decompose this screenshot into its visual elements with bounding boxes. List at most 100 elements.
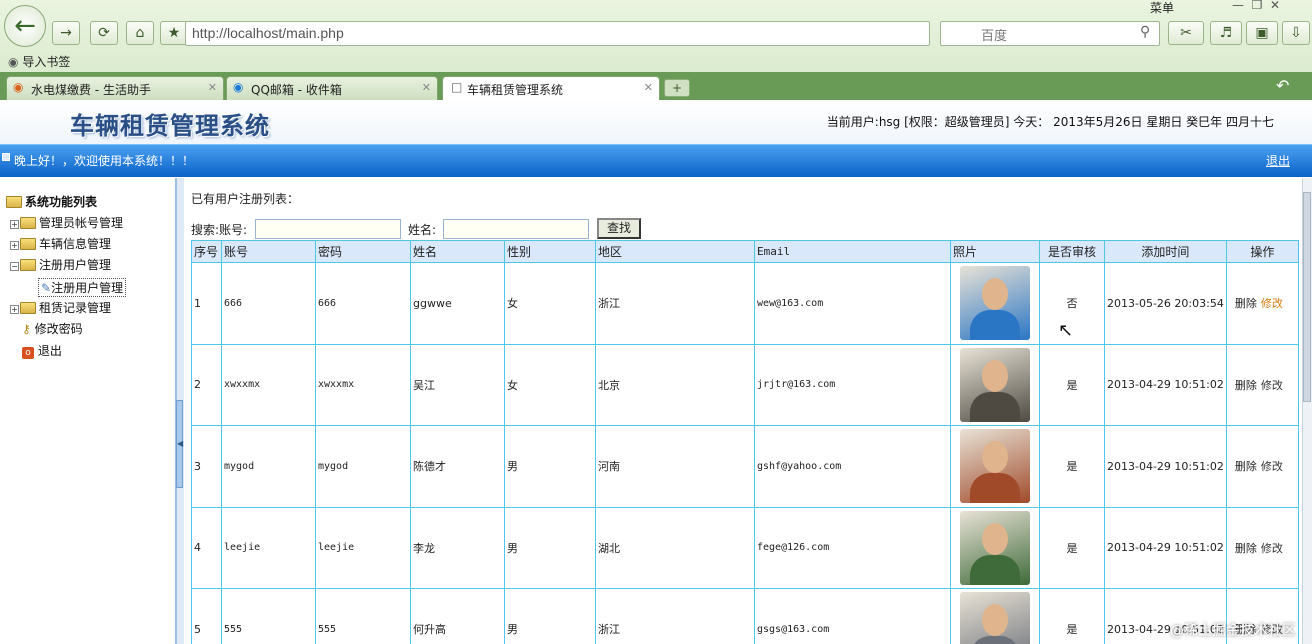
watermark: @稀土掘金技术社区 (1170, 623, 1296, 639)
sidebar-item-change-password[interactable]: ⚷ 修改密码 (22, 320, 83, 337)
star-icon: ★ (167, 25, 181, 41)
delete-link[interactable]: 删除 (1235, 379, 1257, 392)
user-photo[interactable] (960, 592, 1030, 644)
page-icon: □ (451, 80, 463, 94)
sidebar-item-vehicles[interactable]: + 车辆信息管理 (10, 235, 111, 252)
refresh-button[interactable]: ⟳ (90, 21, 118, 45)
shoulders-shape (970, 473, 1020, 504)
user-photo[interactable] (960, 347, 1030, 422)
tab-close-icon[interactable]: ✕ (208, 81, 217, 94)
edit-link[interactable]: 修改 (1261, 542, 1283, 555)
col-header: 地区 (595, 240, 755, 263)
reviewed-cell: 是 (1039, 506, 1105, 589)
account-cell: 555 (221, 588, 316, 644)
bookmark-bar[interactable]: ◉ 导入书签 (8, 53, 70, 70)
edit-link[interactable]: 修改 (1261, 297, 1283, 310)
person-avatar-icon (982, 278, 1008, 311)
delete-link[interactable]: 删除 (1235, 460, 1257, 473)
tab-close-icon[interactable]: ✕ (422, 81, 431, 94)
back-button[interactable]: ← (4, 5, 46, 47)
new-tab-button[interactable]: + (664, 79, 690, 97)
page-title: 已有用户注册列表： (191, 192, 300, 206)
password-cell: xwxxmx (315, 343, 411, 426)
download-button[interactable]: ⇩ (1282, 21, 1310, 45)
delete-link[interactable]: 删除 (1235, 297, 1257, 310)
user-photo[interactable] (960, 266, 1030, 341)
added-time-cell: 2013-04-29 10:51:02 (1104, 343, 1227, 426)
sidebar-item-exit[interactable]: o 退出 (22, 342, 62, 359)
photo-cell (950, 343, 1040, 426)
collapse-sidebar-handle[interactable]: ◀ (176, 400, 183, 488)
tab-favicon-icon: ◉ (13, 80, 24, 94)
find-button[interactable]: 查找 (597, 218, 641, 239)
password-cell: 555 (315, 588, 411, 644)
tab-utilities[interactable]: ◉ 水电煤缴费 - 生活助手 ✕ (6, 76, 224, 100)
tab-close-icon[interactable]: ✕ (644, 81, 653, 94)
screenshot-button[interactable]: ▣ (1246, 21, 1278, 45)
expand-icon[interactable]: + (10, 241, 19, 250)
scrollbar-thumb[interactable] (1303, 192, 1311, 402)
folder-icon (20, 217, 36, 229)
edit-link[interactable]: 修改 (1261, 379, 1283, 392)
sidebar-root[interactable]: 系统功能列表 (6, 193, 97, 210)
reviewed-cell: 是 (1039, 588, 1105, 644)
forward-button[interactable]: → (52, 21, 80, 45)
photo-cell (950, 506, 1040, 589)
col-header: 操作 (1225, 240, 1299, 263)
region-cell: 湖北 (595, 506, 755, 589)
search-input[interactable]: 百度 (940, 21, 1160, 46)
window-controls[interactable]: — ❐ ✕ (1232, 0, 1280, 12)
tab-qqmail[interactable]: ◉ QQ邮箱 - 收件箱 ✕ (226, 76, 438, 100)
url-input[interactable]: http://localhost/main.php (185, 21, 930, 46)
search-icon[interactable]: ⚲ (1140, 24, 1150, 40)
shoulders-shape (970, 554, 1020, 585)
sidebar-item-admin-accounts[interactable]: + 管理员帐号管理 (10, 214, 123, 231)
person-avatar-icon (982, 604, 1008, 637)
menu-square-icon (2, 153, 10, 161)
tools-button[interactable]: ✂ (1168, 21, 1204, 45)
folder-open-icon (20, 259, 36, 271)
user-photo[interactable] (960, 510, 1030, 585)
undo-close-icon[interactable]: ↶ (1276, 76, 1289, 95)
sidebar-item-rentals[interactable]: + 租赁记录管理 (10, 299, 111, 316)
home-button[interactable]: ⌂ (126, 21, 154, 45)
tab-car-rental[interactable]: □ 车辆租赁管理系统 ✕ (442, 76, 660, 101)
delete-link[interactable]: 删除 (1235, 542, 1257, 555)
folder-icon (20, 238, 36, 250)
screen-icon: ▣ (1255, 25, 1269, 41)
sidebar-subitem-registered-users[interactable]: ✎注册用户管理 (38, 278, 127, 297)
actions-cell: 删除 修改 (1225, 262, 1299, 345)
app-title: 车辆租赁管理系统 (70, 111, 270, 140)
expand-icon[interactable]: + (10, 305, 19, 314)
menu-button[interactable]: 菜单 (1150, 0, 1174, 16)
collapse-icon[interactable]: − (10, 262, 19, 271)
shoulders-shape (970, 636, 1020, 644)
expand-icon[interactable]: + (10, 220, 19, 229)
email-cell: gshf@yahoo.com (754, 425, 951, 508)
volume-button[interactable]: ♬ (1210, 21, 1242, 45)
name-search-input[interactable] (443, 219, 589, 239)
name-cell: 何升高 (410, 588, 505, 644)
import-bookmarks-link[interactable]: 导入书签 (22, 55, 70, 69)
user-photo[interactable] (960, 429, 1030, 504)
person-avatar-icon (982, 441, 1008, 474)
email-cell: wew@163.com (754, 262, 951, 345)
account-search-input[interactable] (255, 219, 401, 239)
person-avatar-icon (982, 359, 1008, 392)
gender-cell: 女 (504, 262, 596, 345)
region-cell: 浙江 (595, 588, 755, 644)
account-cell: leejie (221, 506, 316, 589)
logout-link[interactable]: 退出 (1266, 152, 1290, 169)
name-cell: 李龙 (410, 506, 505, 589)
edit-link[interactable]: 修改 (1261, 460, 1283, 473)
key-icon: ⚷ (22, 322, 31, 336)
sidebar-item-registered-users[interactable]: − 注册用户管理 (10, 256, 111, 273)
password-cell: mygod (315, 425, 411, 508)
col-header: 添加时间 (1104, 240, 1227, 263)
favorite-button[interactable]: ★ (160, 21, 188, 45)
person-avatar-icon (982, 522, 1008, 555)
name-cell: ggwwe (410, 262, 505, 345)
actions-cell: 删除 修改 (1225, 506, 1299, 589)
reviewed-cell: 是 (1039, 343, 1105, 426)
shoulders-shape (970, 310, 1020, 341)
